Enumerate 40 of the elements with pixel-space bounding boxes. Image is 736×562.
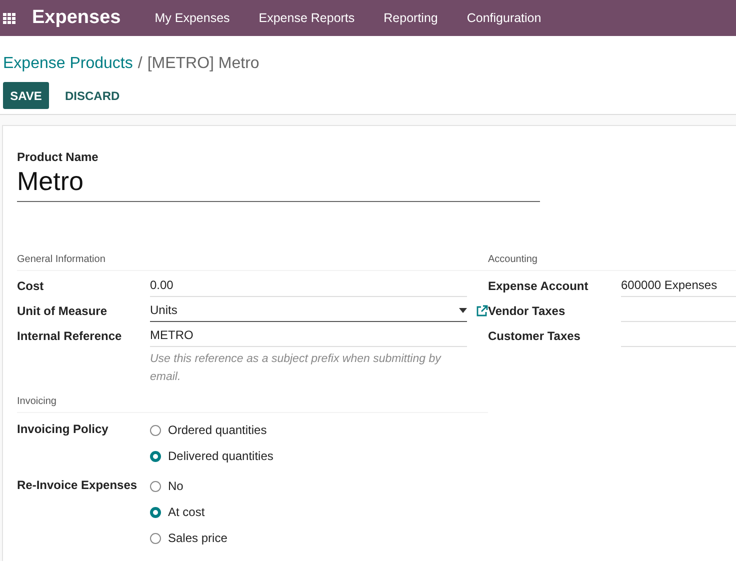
breadcrumb-link[interactable]: Expense Products: [3, 55, 133, 73]
field-label: Vendor Taxes: [488, 304, 566, 318]
radio-option[interactable]: Ordered quantities: [150, 417, 274, 443]
help-text: Use this reference as a subject prefix when submitting by email.: [150, 352, 442, 385]
field-label: Internal Reference: [17, 328, 123, 342]
field-label: Product Name: [17, 150, 100, 164]
radio-button[interactable]: [150, 506, 161, 518]
field-label: Re-Invoice Expenses: [17, 477, 138, 494]
breadcrumb-separator: /: [138, 55, 142, 73]
radio-button[interactable]: [150, 424, 161, 436]
radio-button[interactable]: [150, 532, 161, 544]
field-label: Unit of Measure: [17, 304, 108, 318]
field-label: Customer Taxes: [488, 328, 582, 342]
input-field[interactable]: METRO: [150, 324, 467, 347]
radio-button[interactable]: [150, 480, 161, 492]
apps-menu-icon[interactable]: [3, 12, 16, 24]
discard-button[interactable]: DISCARD: [55, 82, 130, 109]
field-label: Invoicing Policy: [17, 421, 110, 438]
radio-option[interactable]: Sales price: [150, 525, 228, 551]
app-title[interactable]: Expenses: [32, 7, 121, 29]
radio-option[interactable]: Delivered quantities: [150, 443, 274, 469]
input-field[interactable]: 0.00: [150, 274, 467, 297]
breadcrumb-current: [METRO] Metro: [147, 55, 260, 73]
menu-item[interactable]: Reporting: [384, 11, 438, 25]
field-label: Cost: [17, 278, 45, 292]
menu-item[interactable]: My Expenses: [154, 11, 230, 25]
menu-item[interactable]: Configuration: [466, 11, 542, 25]
select-field[interactable]: Units: [150, 299, 467, 322]
field-label: Expense Account: [488, 278, 590, 292]
section-title: Accounting: [488, 254, 736, 271]
section-title: General Information: [17, 254, 488, 271]
external-link-icon[interactable]: [476, 304, 488, 316]
save-button[interactable]: SAVE: [3, 82, 49, 109]
radio-button[interactable]: [150, 450, 161, 462]
radio-option[interactable]: At cost: [150, 499, 228, 525]
caret-icon: [459, 308, 467, 312]
input-field[interactable]: 600000 Expenses: [621, 274, 736, 297]
radio-option[interactable]: No: [150, 473, 228, 499]
menu-item[interactable]: Expense Reports: [258, 11, 355, 25]
section-title: Invoicing: [17, 396, 488, 413]
